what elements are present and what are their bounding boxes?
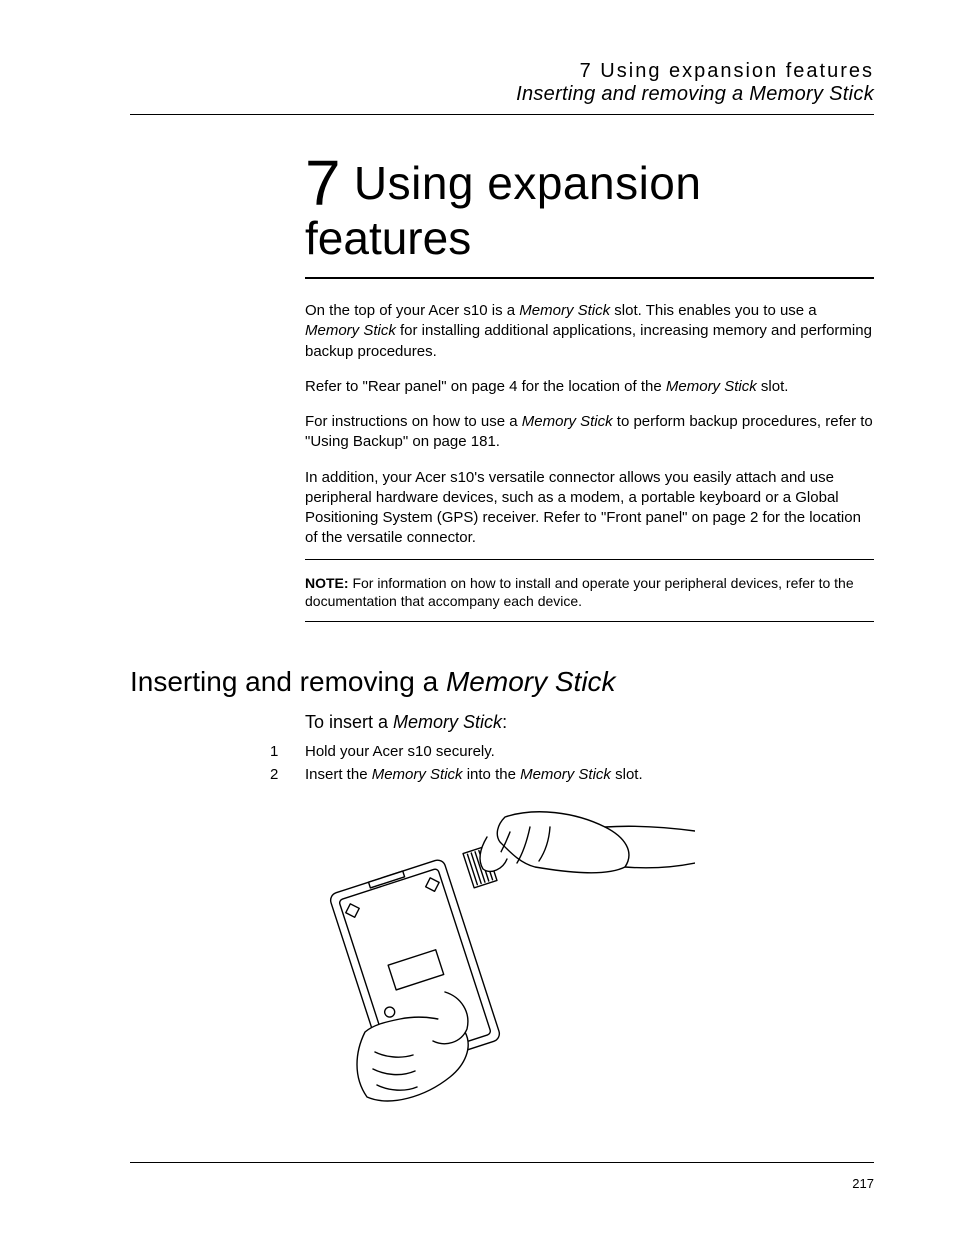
intro-paragraph-3: For instructions on how to use a Memory … (305, 412, 874, 453)
step-text: Hold your Acer s10 securely. (305, 743, 495, 760)
section-heading: Inserting and removing a Memory Stick (130, 666, 874, 698)
text-run: slot. (757, 378, 789, 395)
list-item: 2 Insert the Memory Stick into the Memor… (270, 766, 874, 783)
text-run: Insert the (305, 766, 372, 783)
italic-term: Memory Stick (393, 712, 502, 732)
text-run: To insert a (305, 712, 393, 732)
text-run: Refer to "Rear panel" on page 4 for the … (305, 378, 666, 395)
page-number: 217 (852, 1176, 874, 1191)
italic-term: Memory Stick (446, 666, 616, 697)
chapter-title-rule (305, 277, 874, 279)
steps-list: 1 Hold your Acer s10 securely. 2 Insert … (270, 743, 874, 783)
italic-term: Memory Stick (666, 378, 757, 395)
italic-term: Memory Stick (305, 322, 396, 339)
italic-term: Memory Stick (520, 766, 611, 783)
footer-rule (130, 1162, 874, 1163)
chapter-title-line2: features (305, 211, 874, 265)
text-run: slot. (611, 766, 643, 783)
intro-paragraph-4: In addition, your Acer s10's versatile c… (305, 468, 874, 549)
step-number: 2 (270, 766, 305, 783)
chapter-number: 7 (305, 147, 341, 219)
text-run: : (502, 712, 507, 732)
step-text: Insert the Memory Stick into the Memory … (305, 766, 643, 783)
chapter-title: 7 Using expansion features (305, 151, 874, 265)
italic-term: Memory Stick (522, 413, 613, 430)
note-block: NOTE: For information on how to install … (305, 574, 874, 612)
note-label: NOTE: (305, 575, 349, 591)
list-item: 1 Hold your Acer s10 securely. (270, 743, 874, 760)
insert-memory-stick-illustration (305, 797, 874, 1112)
header-rule (130, 114, 874, 115)
text-run: slot. This enables you to use a (610, 302, 817, 319)
header-section: Inserting and removing a Memory Stick (130, 83, 874, 106)
text-run: For instructions on how to use a (305, 413, 522, 430)
text-run: On the top of your Acer s10 is a (305, 302, 519, 319)
page: 7 Using expansion features Inserting and… (0, 0, 954, 1235)
procedure-heading: To insert a Memory Stick: (305, 712, 874, 733)
device-hand-illustration-icon (305, 797, 695, 1107)
intro-paragraph-2: Refer to "Rear panel" on page 4 for the … (305, 377, 874, 397)
italic-term: Memory Stick (372, 766, 463, 783)
note-body: For information on how to install and op… (305, 575, 854, 610)
step-number: 1 (270, 743, 305, 760)
text-run: into the (463, 766, 521, 783)
text-run: Inserting and removing a (130, 666, 446, 697)
italic-term: Memory Stick (519, 302, 610, 319)
note-bottom-rule (305, 621, 874, 622)
intro-paragraph-1: On the top of your Acer s10 is a Memory … (305, 301, 874, 362)
note-top-rule (305, 559, 874, 560)
header-chapter: 7 Using expansion features (130, 60, 874, 83)
running-header: 7 Using expansion features Inserting and… (130, 60, 874, 121)
chapter-title-line1: Using expansion (341, 157, 702, 209)
